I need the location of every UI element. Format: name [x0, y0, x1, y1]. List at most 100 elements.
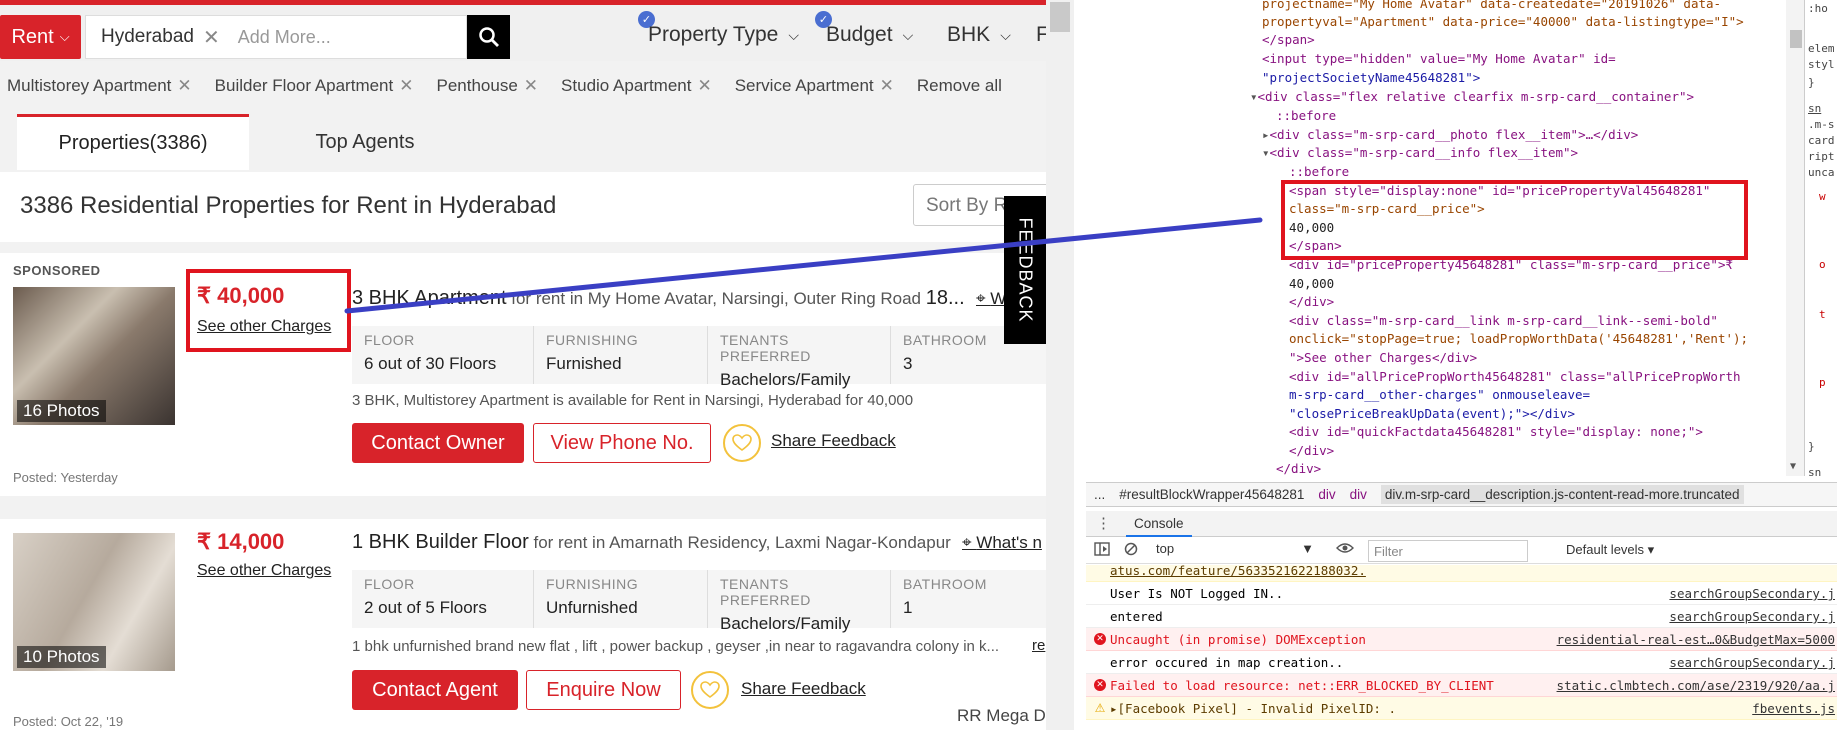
- close-icon[interactable]: ✕: [524, 76, 538, 95]
- agent-name[interactable]: RR Mega Dev: [957, 706, 1046, 726]
- clear-console-icon[interactable]: [1124, 542, 1138, 559]
- console-message[interactable]: atus.com/feature/5633521622188032.: [1086, 565, 1837, 582]
- close-icon[interactable]: ✕: [880, 76, 894, 95]
- close-icon[interactable]: ✕: [697, 76, 711, 95]
- filter-chip[interactable]: Penthouse ✕: [437, 76, 539, 96]
- collapsed-triangle-icon[interactable]: ▸: [1262, 127, 1270, 142]
- scrollbar-thumb[interactable]: [1790, 30, 1802, 48]
- dom-node-line[interactable]: "closePriceBreakUpData(event);"></div>: [1289, 406, 1575, 421]
- more-options-icon[interactable]: ⋮: [1096, 514, 1111, 532]
- listing-title[interactable]: 1 BHK Builder Floor for rent in Amarnath…: [352, 531, 951, 554]
- source-link[interactable]: searchGroupSecondary.j: [1669, 655, 1835, 670]
- search-button[interactable]: [467, 15, 510, 59]
- console-error[interactable]: ✕ Failed to load resource: net::ERR_BLOC…: [1086, 674, 1837, 697]
- dom-node-line[interactable]: ▾<div class="flex relative clearfix m-sr…: [1250, 89, 1694, 104]
- dom-pseudo-line[interactable]: ::before: [1276, 108, 1336, 123]
- whats-nearby-link[interactable]: ⌖ W: [976, 289, 1006, 309]
- expanded-triangle-icon[interactable]: ▾: [1250, 89, 1258, 104]
- breadcrumb-item[interactable]: div: [1318, 487, 1335, 502]
- expanded-triangle-icon[interactable]: ▾: [1262, 145, 1270, 160]
- dom-text-node[interactable]: 40,000: [1289, 276, 1334, 291]
- filter-property-type[interactable]: Property Type ⌵: [648, 23, 799, 47]
- remove-location-icon[interactable]: ✕: [203, 25, 220, 50]
- styles-text[interactable]: sn: [1808, 466, 1821, 476]
- sidebar-toggle-icon[interactable]: [1094, 542, 1110, 559]
- console-message[interactable]: entered searchGroupSecondary.j: [1086, 605, 1837, 628]
- listing-photo[interactable]: 16 Photos: [13, 287, 175, 425]
- dom-node-line[interactable]: ▸<div class="m-srp-card__photo flex__ite…: [1262, 127, 1638, 142]
- close-icon[interactable]: ✕: [177, 76, 191, 95]
- dom-node-line[interactable]: ▾<div class="m-srp-card__info flex__item…: [1262, 145, 1578, 160]
- filter-chip[interactable]: Studio Apartment ✕: [561, 76, 712, 96]
- source-link[interactable]: searchGroupSecondary.j: [1669, 586, 1835, 601]
- filter-chip[interactable]: Service Apartment ✕: [735, 76, 894, 96]
- scrollbar-thumb[interactable]: [1050, 2, 1070, 32]
- filter-bhk[interactable]: BHK ⌵: [947, 23, 1011, 47]
- dom-node-line[interactable]: <div id="quickFactdata45648281" style="d…: [1289, 424, 1703, 439]
- whats-nearby-link[interactable]: ⌖ What's n: [962, 533, 1042, 553]
- eye-icon[interactable]: [1336, 542, 1354, 557]
- elements-scrollbar[interactable]: ▼: [1786, 0, 1804, 476]
- console-filter-input[interactable]: Filter: [1368, 540, 1528, 562]
- shortlist-heart-icon[interactable]: [723, 424, 761, 462]
- dom-node-line[interactable]: <div id="allPricePropWorth45648281" clas…: [1289, 369, 1741, 384]
- dom-node-line[interactable]: ">See other Charges</div>: [1289, 350, 1477, 365]
- styles-text[interactable]: sn: [1808, 102, 1821, 115]
- source-link[interactable]: searchGroupSecondary.j: [1669, 609, 1835, 624]
- dom-node-line[interactable]: m-srp-card__other-charges" onmouseleave=: [1289, 387, 1590, 402]
- listing-title[interactable]: 3 BHK Apartment for rent in My Home Avat…: [352, 287, 965, 310]
- breadcrumb-item[interactable]: #resultBlockWrapper45648281: [1119, 487, 1304, 502]
- listing-card[interactable]: SPONSORED 16 Photos ₹ 40,000 See other C…: [0, 253, 1046, 496]
- context-selector[interactable]: top ▼: [1156, 541, 1314, 561]
- dom-node-line[interactable]: propertyval="Apartment" data-price="4000…: [1262, 14, 1744, 29]
- console-message[interactable]: error occured in map creation.. searchGr…: [1086, 651, 1837, 674]
- close-icon[interactable]: ✕: [399, 76, 413, 95]
- remove-all-link[interactable]: Remove all: [917, 76, 1002, 96]
- rent-dropdown[interactable]: Rent ⌵: [0, 15, 81, 59]
- source-link[interactable]: residential-real-est…0&BudgetMax=5000: [1557, 632, 1835, 647]
- console-error[interactable]: ✕ Uncaught (in promise) DOMException res…: [1086, 628, 1837, 651]
- source-link[interactable]: fbevents.js: [1752, 701, 1835, 716]
- dom-pseudo-line[interactable]: ::before: [1289, 164, 1349, 179]
- breadcrumb-item-active[interactable]: div.m-srp-card__description.js-content-r…: [1380, 485, 1744, 504]
- feedback-tab[interactable]: FEEDBACK: [1004, 196, 1046, 344]
- filter-more[interactable]: F: [1036, 23, 1046, 47]
- breadcrumb-item[interactable]: div: [1350, 487, 1367, 502]
- listing-card[interactable]: 10 Photos ₹ 14,000 See other Charges 1 B…: [0, 519, 1046, 730]
- filter-budget[interactable]: Budget ⌵: [826, 23, 913, 47]
- see-other-charges-link[interactable]: See other Charges: [197, 562, 331, 580]
- dom-node-line[interactable]: </div>: [1276, 461, 1321, 476]
- dom-node-line[interactable]: "projectSocietyName45648281">: [1262, 70, 1480, 85]
- breadcrumb-item[interactable]: ...: [1094, 487, 1105, 502]
- dom-node-line[interactable]: </div>: [1289, 443, 1334, 458]
- filter-chip[interactable]: Multistorey Apartment ✕: [7, 76, 192, 96]
- chip-label: Multistorey Apartment: [7, 76, 172, 95]
- filter-chip[interactable]: Builder Floor Apartment ✕: [215, 76, 414, 96]
- listing-photo[interactable]: 10 Photos: [13, 533, 175, 671]
- console-warning[interactable]: ⚠ ▸[Facebook Pixel] - Invalid PixelID: .…: [1086, 697, 1837, 720]
- scroll-down-icon[interactable]: ▼: [1790, 461, 1796, 472]
- dom-node-line[interactable]: <input type="hidden" value="My Home Avat…: [1262, 51, 1616, 66]
- dom-node-line[interactable]: <div class="m-srp-card__link m-srp-card_…: [1289, 313, 1718, 328]
- location-search-input[interactable]: Hyderabad ✕ Add More...: [85, 15, 467, 59]
- dom-node-line[interactable]: onclick="stopPage=true; loadPropWorthDat…: [1289, 331, 1748, 346]
- source-link[interactable]: static.clmbtech.com/ase/2319/920/aa.j: [1557, 678, 1835, 693]
- console-message[interactable]: User Is NOT Logged IN.. searchGroupSecon…: [1086, 582, 1837, 605]
- enquire-now-button[interactable]: Enquire Now: [526, 670, 681, 710]
- dom-node-line[interactable]: projectname="My Home Avatar" data-create…: [1262, 0, 1721, 11]
- dom-node-line[interactable]: </span>: [1262, 32, 1315, 47]
- log-levels-dropdown[interactable]: Default levels ▾: [1566, 542, 1654, 558]
- contact-agent-button[interactable]: Contact Agent: [352, 670, 518, 710]
- shortlist-heart-icon[interactable]: [691, 671, 729, 709]
- read-more-link[interactable]: re: [1032, 637, 1045, 654]
- tab-top-agents[interactable]: Top Agents: [300, 114, 430, 170]
- page-scrollbar[interactable]: [1046, 0, 1074, 730]
- styles-text: }: [1808, 440, 1815, 453]
- contact-owner-button[interactable]: Contact Owner: [352, 423, 524, 463]
- share-feedback-link[interactable]: Share Feedback: [741, 679, 866, 699]
- dom-node-line[interactable]: </div>: [1289, 294, 1334, 309]
- tab-properties[interactable]: Properties(3386): [17, 114, 249, 170]
- tab-console[interactable]: Console: [1126, 511, 1192, 537]
- view-phone-button[interactable]: View Phone No.: [533, 423, 711, 463]
- share-feedback-link[interactable]: Share Feedback: [771, 431, 896, 451]
